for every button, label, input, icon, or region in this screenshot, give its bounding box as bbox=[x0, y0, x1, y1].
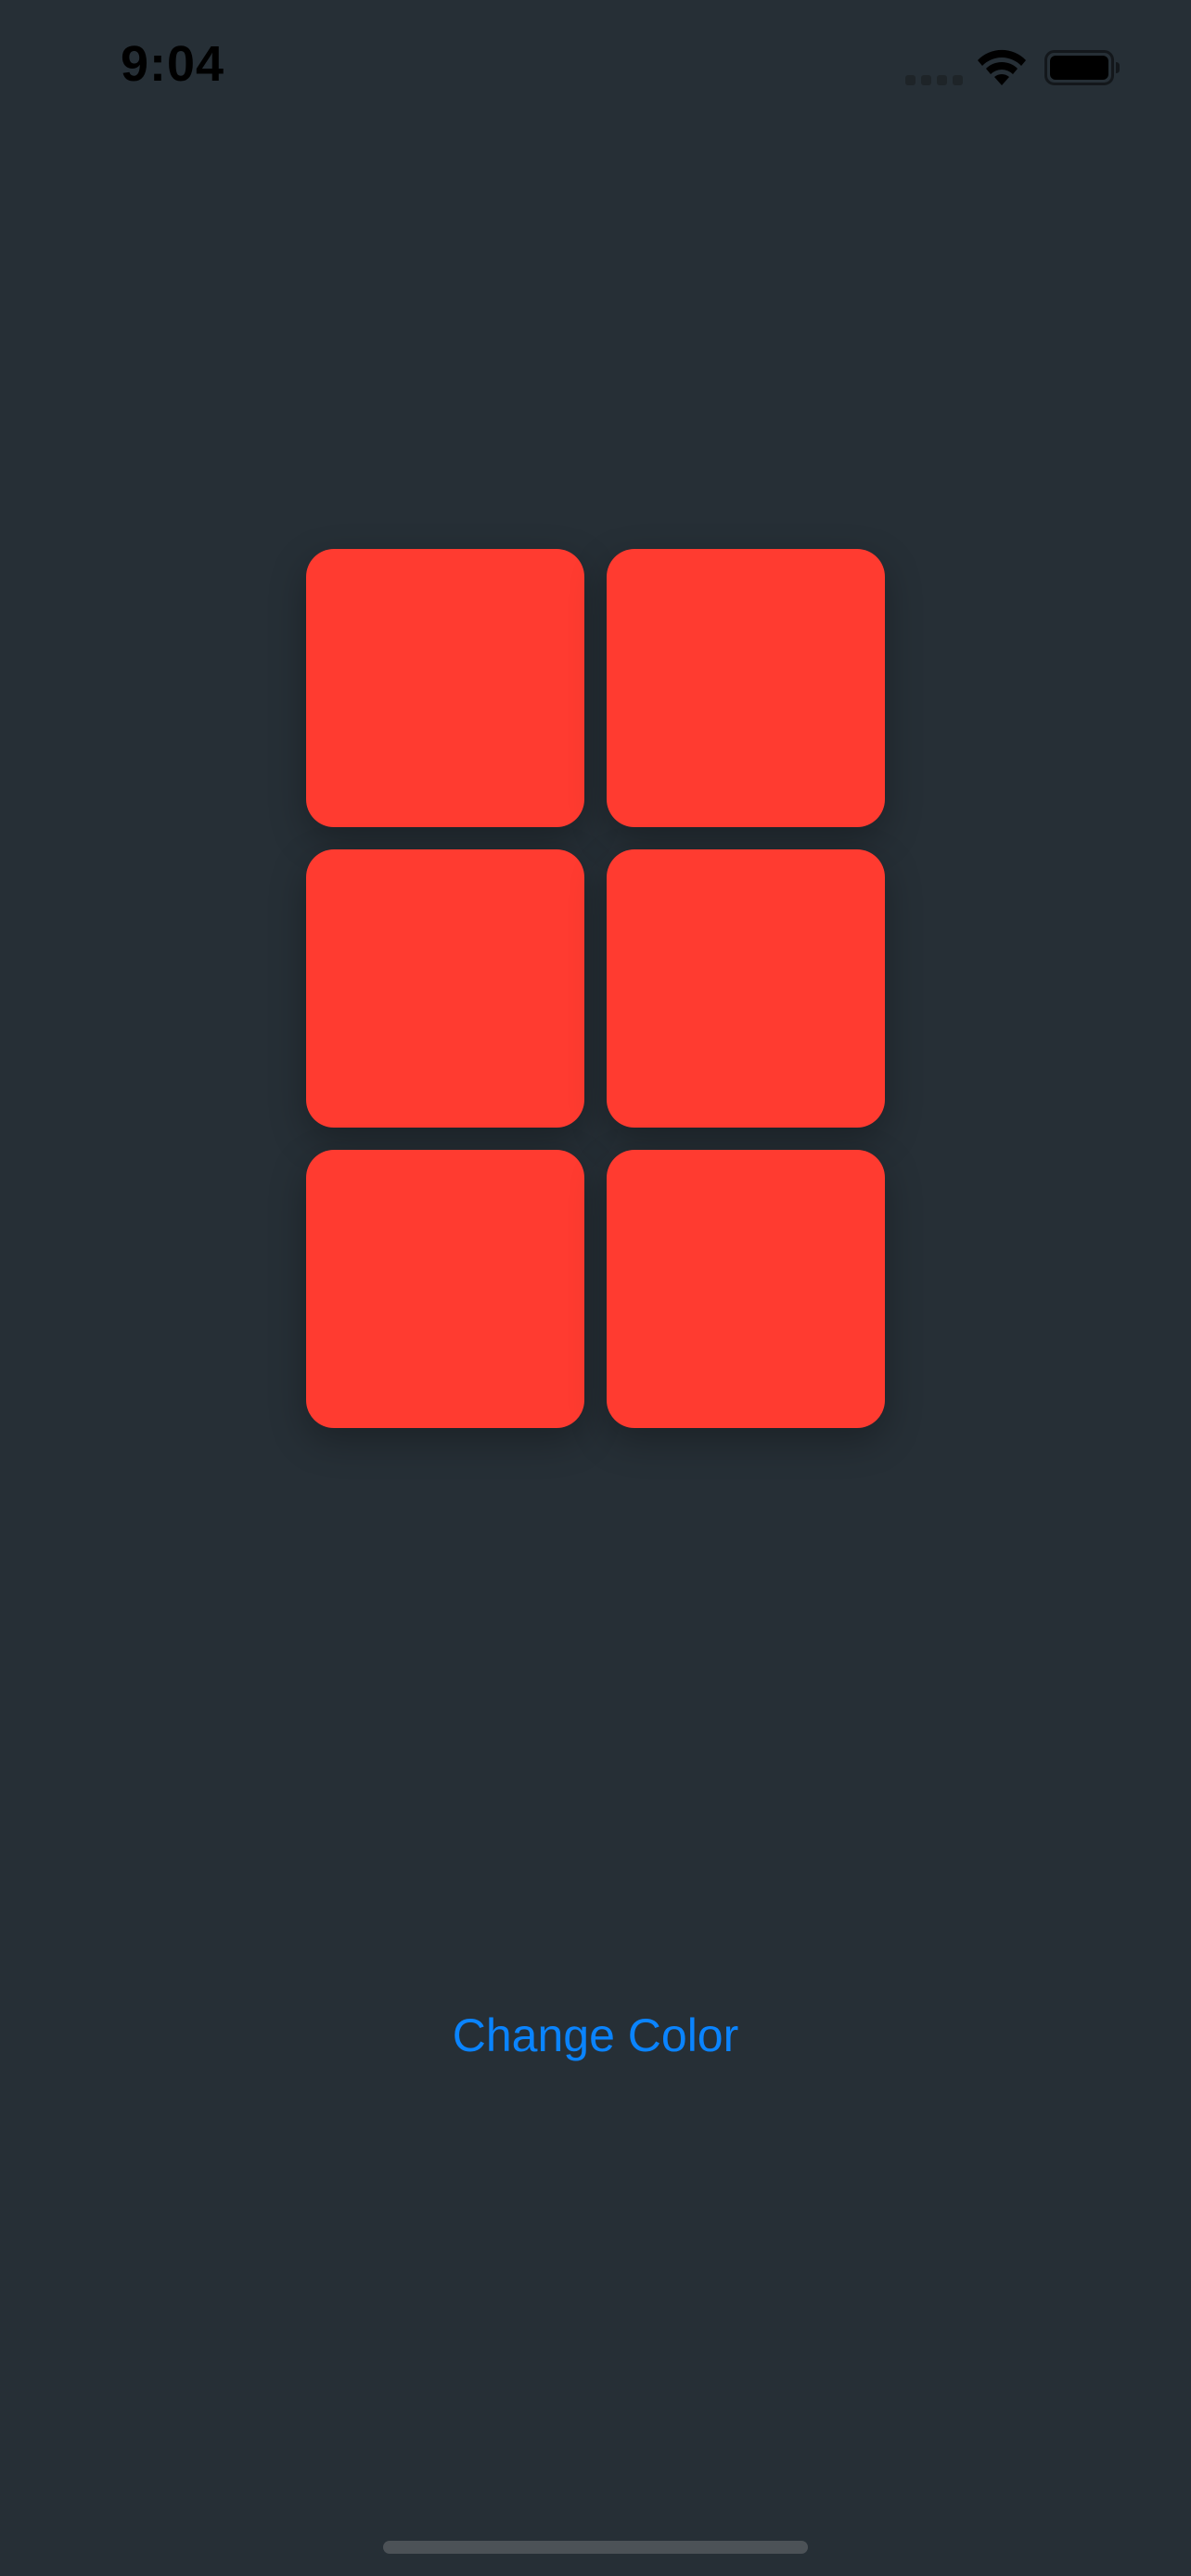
signal-bars-icon bbox=[905, 72, 963, 85]
status-time: 9:04 bbox=[121, 36, 225, 92]
color-tile bbox=[607, 549, 885, 827]
color-tile bbox=[306, 1150, 584, 1428]
status-bar: 9:04 bbox=[0, 0, 1191, 139]
color-tile bbox=[607, 1150, 885, 1428]
color-tile bbox=[306, 549, 584, 827]
home-indicator bbox=[383, 2541, 808, 2554]
tile-grid bbox=[306, 549, 885, 1428]
color-tile bbox=[607, 849, 885, 1128]
color-tile bbox=[306, 849, 584, 1128]
wifi-icon bbox=[978, 49, 1026, 85]
change-color-button[interactable]: Change Color bbox=[0, 2003, 1191, 2068]
battery-icon bbox=[1044, 50, 1120, 85]
